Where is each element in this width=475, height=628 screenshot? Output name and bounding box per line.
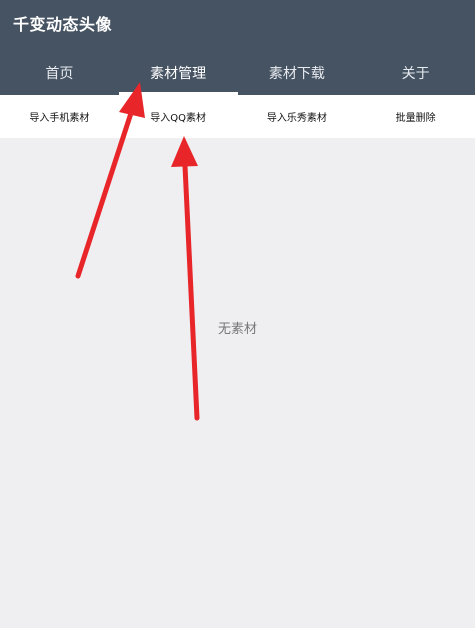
empty-state-text: 无素材 bbox=[217, 322, 257, 337]
batch-delete-button[interactable]: 批量删除 bbox=[356, 95, 475, 138]
import-phone-material-button[interactable]: 导入手机素材 bbox=[0, 95, 119, 138]
tab-about[interactable]: 关于 bbox=[356, 50, 475, 95]
content-area bbox=[0, 138, 475, 628]
tab-material-download-label: 素材下载 bbox=[268, 65, 325, 82]
tab-home-label: 首页 bbox=[45, 65, 74, 82]
main-tabs: 首页 素材管理 素材下载 关于 bbox=[0, 50, 475, 95]
tab-about-label: 关于 bbox=[401, 65, 430, 82]
tab-material-management-label: 素材管理 bbox=[150, 65, 207, 82]
action-bar: 导入手机素材 导入QQ素材 导入乐秀素材 批量删除 bbox=[0, 95, 475, 138]
tab-home[interactable]: 首页 bbox=[0, 50, 119, 95]
import-qq-material-button[interactable]: 导入QQ素材 bbox=[119, 95, 238, 138]
import-lexiu-material-button[interactable]: 导入乐秀素材 bbox=[238, 95, 357, 138]
app-title: 千变动态头像 bbox=[13, 15, 113, 34]
app-bar: 千变动态头像 首页 素材管理 素材下载 关于 bbox=[0, 0, 475, 95]
tab-material-download[interactable]: 素材下载 bbox=[238, 50, 357, 95]
tab-material-management[interactable]: 素材管理 bbox=[118, 50, 238, 95]
